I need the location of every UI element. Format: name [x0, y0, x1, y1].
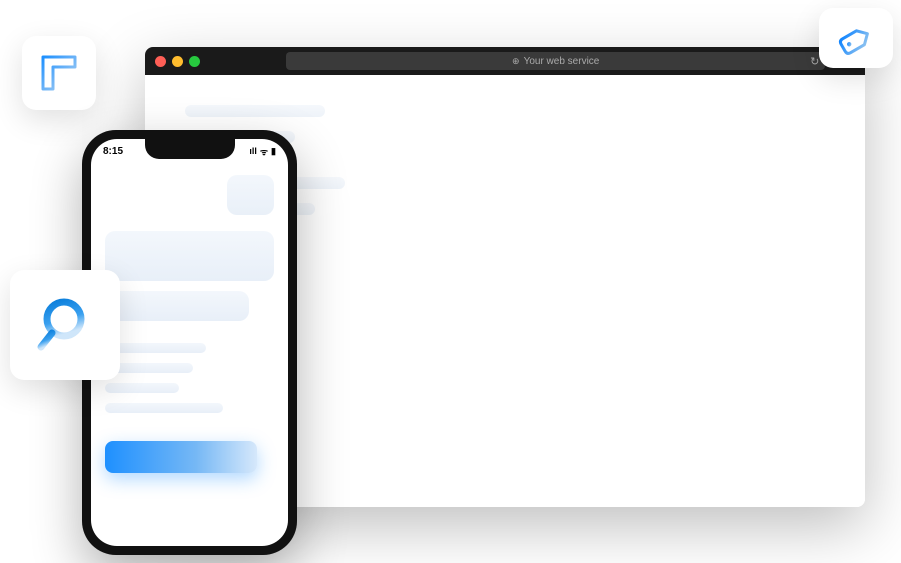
placeholder-line	[105, 343, 206, 353]
content-card	[105, 291, 249, 321]
search-icon	[30, 290, 100, 360]
tag-icon	[834, 20, 878, 56]
battery-icon: ▮	[271, 146, 276, 157]
placeholder-line	[105, 403, 223, 413]
status-icons: ıll ᯤ ▮	[249, 145, 276, 158]
placeholder-line	[105, 383, 179, 393]
tag-icon-card	[819, 8, 893, 68]
signal-icon: ıll	[249, 146, 257, 156]
phone-notch	[145, 139, 235, 159]
refresh-icon[interactable]: ↻	[810, 55, 819, 68]
wifi-icon: ᯤ	[260, 145, 268, 158]
placeholder-line	[185, 105, 325, 117]
close-icon[interactable]	[155, 56, 166, 67]
phone-content	[91, 139, 288, 487]
content-thumbnail	[227, 175, 274, 215]
primary-button[interactable]	[105, 441, 257, 473]
ruler-icon	[37, 51, 81, 95]
phone-screen: 8:15 ıll ᯤ ▮	[91, 139, 288, 546]
phone-time: 8:15	[103, 146, 123, 157]
address-text: Your web service	[524, 56, 600, 67]
address-bar[interactable]: ⊕ Your web service ↻	[286, 52, 825, 70]
ruler-icon-card	[22, 36, 96, 110]
minimize-icon[interactable]	[172, 56, 183, 67]
browser-titlebar: ⊕ Your web service ↻ ⤢	[145, 47, 865, 75]
maximize-icon[interactable]	[189, 56, 200, 67]
search-icon-card	[10, 270, 120, 380]
content-card	[105, 231, 274, 281]
globe-icon: ⊕	[512, 56, 520, 67]
